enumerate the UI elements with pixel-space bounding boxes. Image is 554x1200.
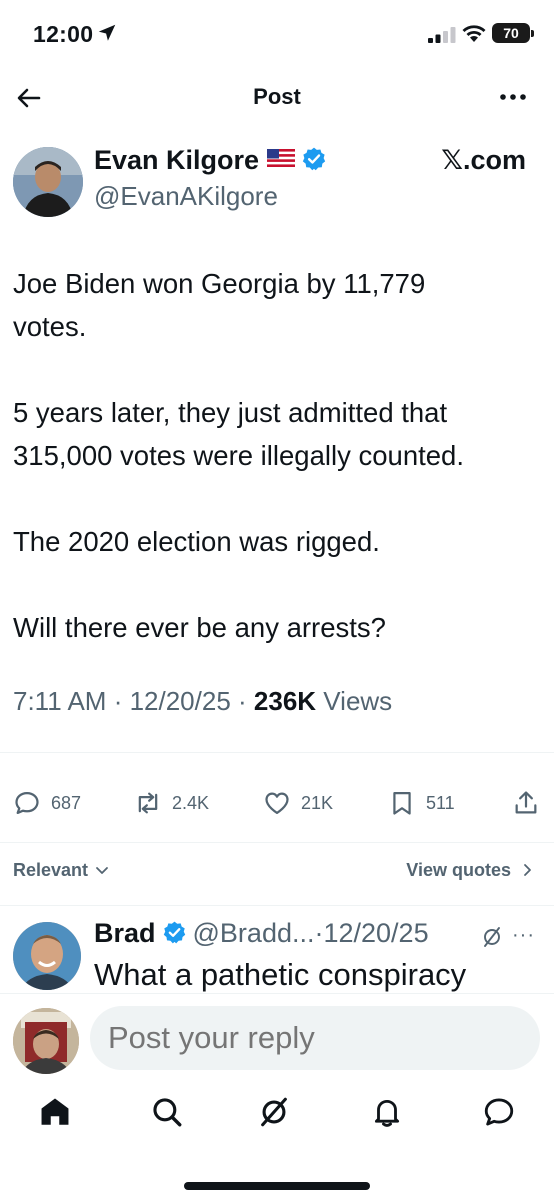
share-icon — [515, 791, 537, 814]
post-date: 12/20/25 — [129, 686, 231, 716]
grok-icon[interactable] — [480, 925, 504, 949]
sort-label: Relevant — [13, 860, 89, 880]
home-indicator[interactable] — [184, 1182, 370, 1190]
page-title: Post — [253, 84, 301, 109]
views-count[interactable]: 236K — [254, 686, 316, 716]
chevron-right-icon — [524, 864, 531, 876]
signal-icon — [428, 27, 456, 43]
post-author: Evan Kilgore @EvanAKilgore 𝕏.com — [0, 145, 554, 220]
like-count: 21K — [301, 792, 334, 813]
reply-icon — [15, 791, 39, 815]
more-icon[interactable] — [497, 85, 529, 109]
post-paragraph: Will there ever be any arrests? — [13, 612, 386, 643]
author-name[interactable]: Evan Kilgore — [94, 145, 327, 176]
avatar[interactable] — [13, 147, 83, 217]
post-paragraph: Joe Biden won Georgia by 11,779 votes. — [13, 268, 426, 342]
grok-icon[interactable] — [257, 1095, 291, 1129]
status-time: 12:00 — [33, 21, 94, 47]
location-arrow-icon — [98, 24, 116, 41]
status-bar: 12:00 70 — [0, 0, 554, 70]
author-handle[interactable]: @EvanAKilgore — [94, 181, 278, 212]
search-icon[interactable] — [150, 1095, 184, 1129]
reply-text: What a pathetic conspiracy — [94, 957, 467, 992]
view-quotes-link[interactable]: View quotes — [406, 860, 534, 881]
bookmark-icon — [393, 791, 411, 815]
reply-date: 12/20/25 — [323, 918, 429, 948]
battery-indicator: 70 — [492, 23, 534, 43]
flag-icon — [267, 149, 296, 167]
reply-sort-row: Relevant View quotes — [0, 858, 554, 888]
divider — [0, 905, 554, 906]
post-paragraph: The 2020 election was rigged. — [13, 526, 380, 557]
post-meta: 7:11 AM · 12/20/25 · 236K Views — [13, 686, 393, 716]
repost-icon — [138, 792, 158, 814]
reply-count: 687 — [51, 792, 82, 813]
like-button[interactable]: 21K — [263, 783, 333, 823]
avatar — [13, 1008, 79, 1074]
post-header: Post — [0, 70, 554, 130]
like-icon — [265, 792, 289, 815]
bookmark-button[interactable]: 511 — [388, 783, 455, 823]
post-paragraph: 5 years later, they just admitted that 3… — [13, 397, 464, 471]
reply-more-icon[interactable]: ··· — [512, 924, 535, 947]
divider — [0, 752, 554, 753]
bookmark-count: 511 — [426, 792, 455, 813]
reply-author-name[interactable]: Brad — [94, 918, 156, 948]
sort-dropdown[interactable]: Relevant — [13, 860, 109, 881]
notifications-icon[interactable] — [370, 1095, 404, 1129]
compose-bar — [0, 993, 554, 1083]
post-time: 7:11 AM — [13, 686, 107, 716]
post-source: 𝕏.com — [441, 145, 526, 175]
views-label: Views — [323, 686, 393, 716]
wifi-icon — [462, 25, 486, 42]
chevron-down-icon — [96, 867, 108, 874]
post-text: Joe Biden won Georgia by 11,779 votes. 5… — [13, 262, 543, 649]
reply-header: Brad @Bradd...·12/20/25 — [94, 918, 429, 949]
divider — [0, 842, 554, 843]
view-quotes-label: View quotes — [406, 860, 511, 880]
author-name-text: Evan Kilgore — [94, 145, 260, 175]
repost-count: 2.4K — [172, 792, 210, 813]
reply-item[interactable]: Brad @Bradd...·12/20/25 ··· What a pathe… — [0, 910, 554, 992]
reply-author-handle[interactable]: @Bradd... — [193, 918, 315, 948]
share-button[interactable] — [512, 783, 550, 823]
bottom-nav — [0, 1085, 554, 1145]
home-icon[interactable] — [38, 1095, 72, 1129]
verified-icon — [302, 147, 326, 171]
reply-button[interactable]: 687 — [13, 783, 81, 823]
repost-button[interactable]: 2.4K — [134, 783, 209, 823]
post-actions: 687 2.4K 21K 511 — [0, 783, 554, 823]
avatar[interactable] — [13, 922, 81, 990]
messages-icon[interactable] — [482, 1095, 516, 1129]
verified-icon — [163, 921, 185, 944]
reply-input[interactable] — [90, 1006, 540, 1070]
